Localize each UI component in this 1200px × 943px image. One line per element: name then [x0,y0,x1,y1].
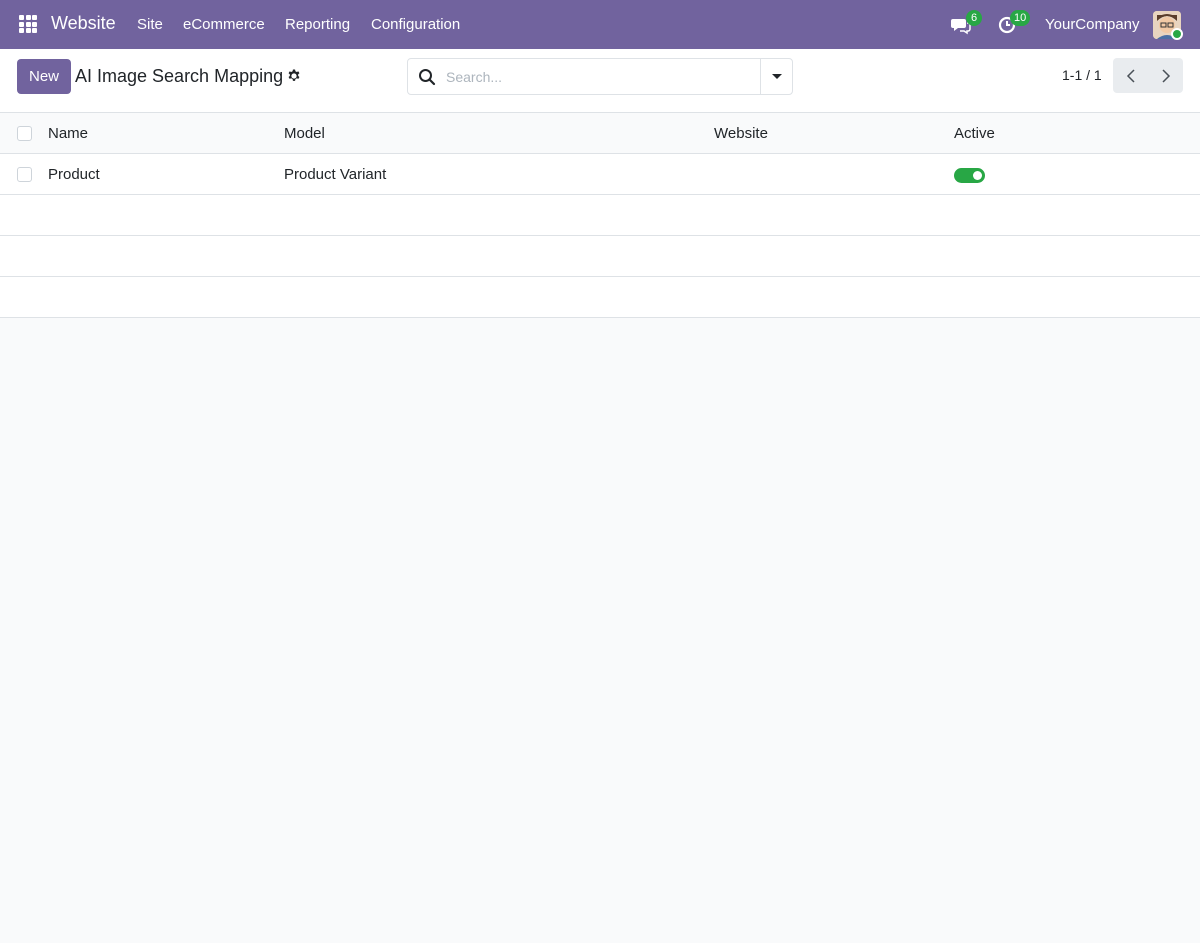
cell-model[interactable]: Product Variant [284,166,386,183]
select-all-checkbox[interactable] [17,126,32,141]
app-grid-icon[interactable] [19,15,37,33]
menu-item-reporting[interactable]: Reporting [285,16,350,33]
company-switcher[interactable]: YourCompany [1045,16,1140,33]
column-header-active[interactable]: Active [954,125,995,142]
page-title: AI Image Search Mapping [75,66,284,86]
search-options-toggle[interactable] [760,59,792,94]
app-brand[interactable]: Website [51,13,116,34]
search-icon [419,69,436,86]
chevron-right-icon [1161,68,1170,83]
pager-value[interactable]: 1-1 / 1 [1062,67,1102,83]
pager-previous-button[interactable] [1113,58,1148,93]
search-bar [407,58,793,95]
cell-name[interactable]: Product [48,166,100,183]
menu-item-site[interactable]: Site [137,16,163,33]
chevron-left-icon [1126,68,1135,83]
row-checkbox[interactable] [17,167,32,182]
column-header-website[interactable]: Website [714,125,768,142]
gear-icon[interactable] [287,69,301,83]
top-navbar: Website Site eCommerce Reporting Configu… [0,0,1200,49]
online-status-dot [1171,28,1183,40]
menu-item-ecommerce[interactable]: eCommerce [183,16,265,33]
empty-row [0,236,1200,277]
list-header-row: Name Model Website Active [0,113,1200,154]
column-header-name[interactable]: Name [48,125,88,142]
control-panel: New AI Image Search Mapping 1-1 / 1 [0,49,1200,113]
empty-row [0,277,1200,318]
toggle-knob [973,171,982,180]
new-button[interactable]: New [17,59,71,94]
activities-badge: 10 [1010,10,1031,26]
menu-item-configuration[interactable]: Configuration [371,16,460,33]
pager-next-button[interactable] [1148,58,1183,93]
table-row[interactable]: Product Product Variant [0,154,1200,195]
caret-down-icon [771,74,782,79]
empty-row [0,195,1200,236]
active-toggle[interactable] [954,168,985,183]
search-input[interactable] [446,60,760,93]
list-view: Name Model Website Active Product Produc… [0,113,1200,318]
messages-badge: 6 [966,10,982,26]
column-header-model[interactable]: Model [284,125,325,142]
